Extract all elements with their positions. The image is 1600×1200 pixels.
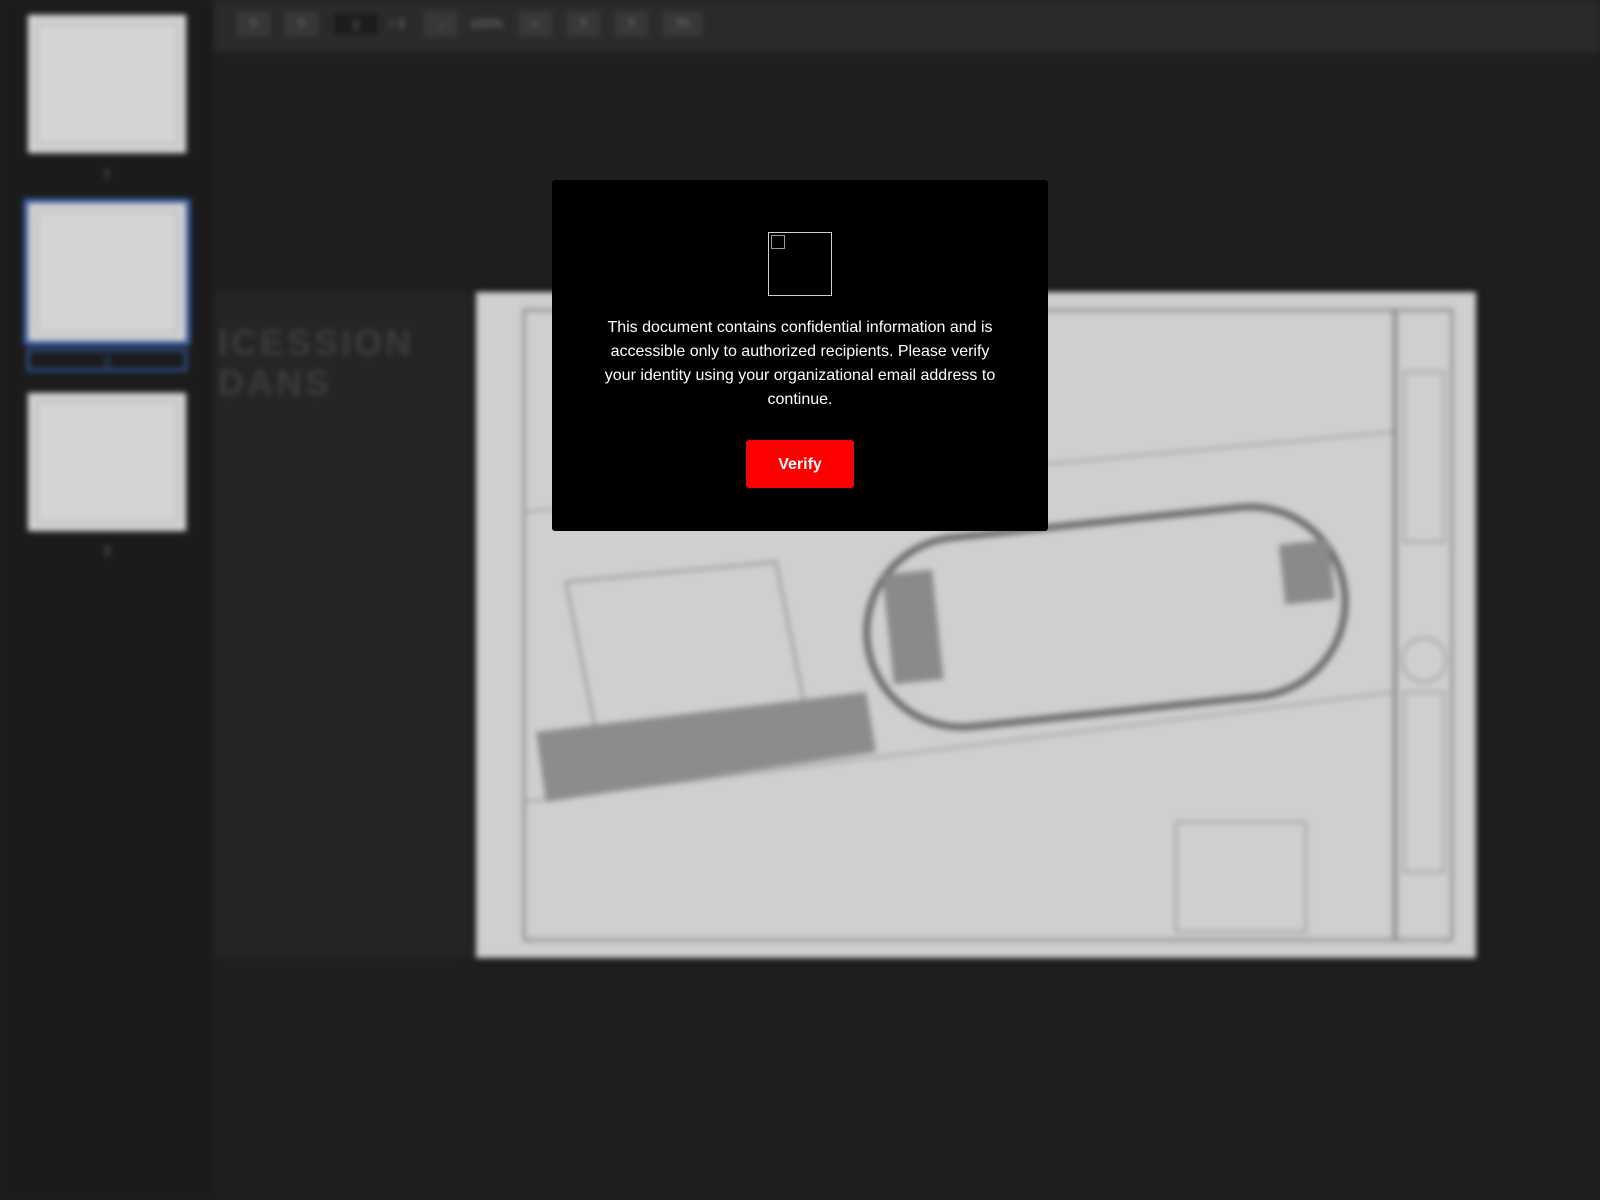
toolbar-button[interactable]: ? xyxy=(284,11,318,37)
thumbnail-page-content xyxy=(36,23,178,145)
thumbnail-page-content xyxy=(36,401,178,523)
toolbar-button[interactable]: ? xyxy=(566,11,600,37)
broken-image-logo xyxy=(768,232,832,296)
toolbar-button[interactable]: ? xyxy=(236,11,270,37)
verification-modal: This document contains confidential info… xyxy=(552,180,1048,531)
page-heading-fragment: ICESSION xyxy=(218,322,415,363)
confidential-message: This document contains confidential info… xyxy=(604,319,996,408)
page-heading-fragment: DANS xyxy=(218,362,333,403)
previous-page-preview: ICESSION DANS xyxy=(214,292,474,958)
page-number-input[interactable]: 2 xyxy=(332,12,380,36)
toolbar-button[interactable]: ?? xyxy=(662,11,702,37)
zoom-in-button[interactable]: + xyxy=(518,11,552,37)
zoom-level: 100% xyxy=(470,16,504,31)
thumbnail-label-3: 3 xyxy=(103,544,111,558)
thumbnail-page-3[interactable] xyxy=(27,392,187,532)
viewer-toolbar: ? ? 2 / 3 - 100% + ? ? ?? xyxy=(214,0,1600,53)
thumbnail-page-2[interactable] xyxy=(24,199,190,345)
thumbnail-label-1: 1 xyxy=(103,166,111,180)
page-total: / 3 xyxy=(390,16,405,31)
toolbar-button[interactable]: ? xyxy=(614,11,648,37)
thumbnail-sidebar: 1 2 3 xyxy=(0,0,214,1200)
thumbnail-label-2: 2 xyxy=(27,349,187,371)
verify-button[interactable]: Verify xyxy=(746,440,854,488)
broken-image-icon xyxy=(771,235,785,249)
thumbnail-page-1[interactable] xyxy=(27,14,187,154)
thumbnail-page-content xyxy=(36,211,178,333)
zoom-out-button[interactable]: - xyxy=(424,11,458,37)
